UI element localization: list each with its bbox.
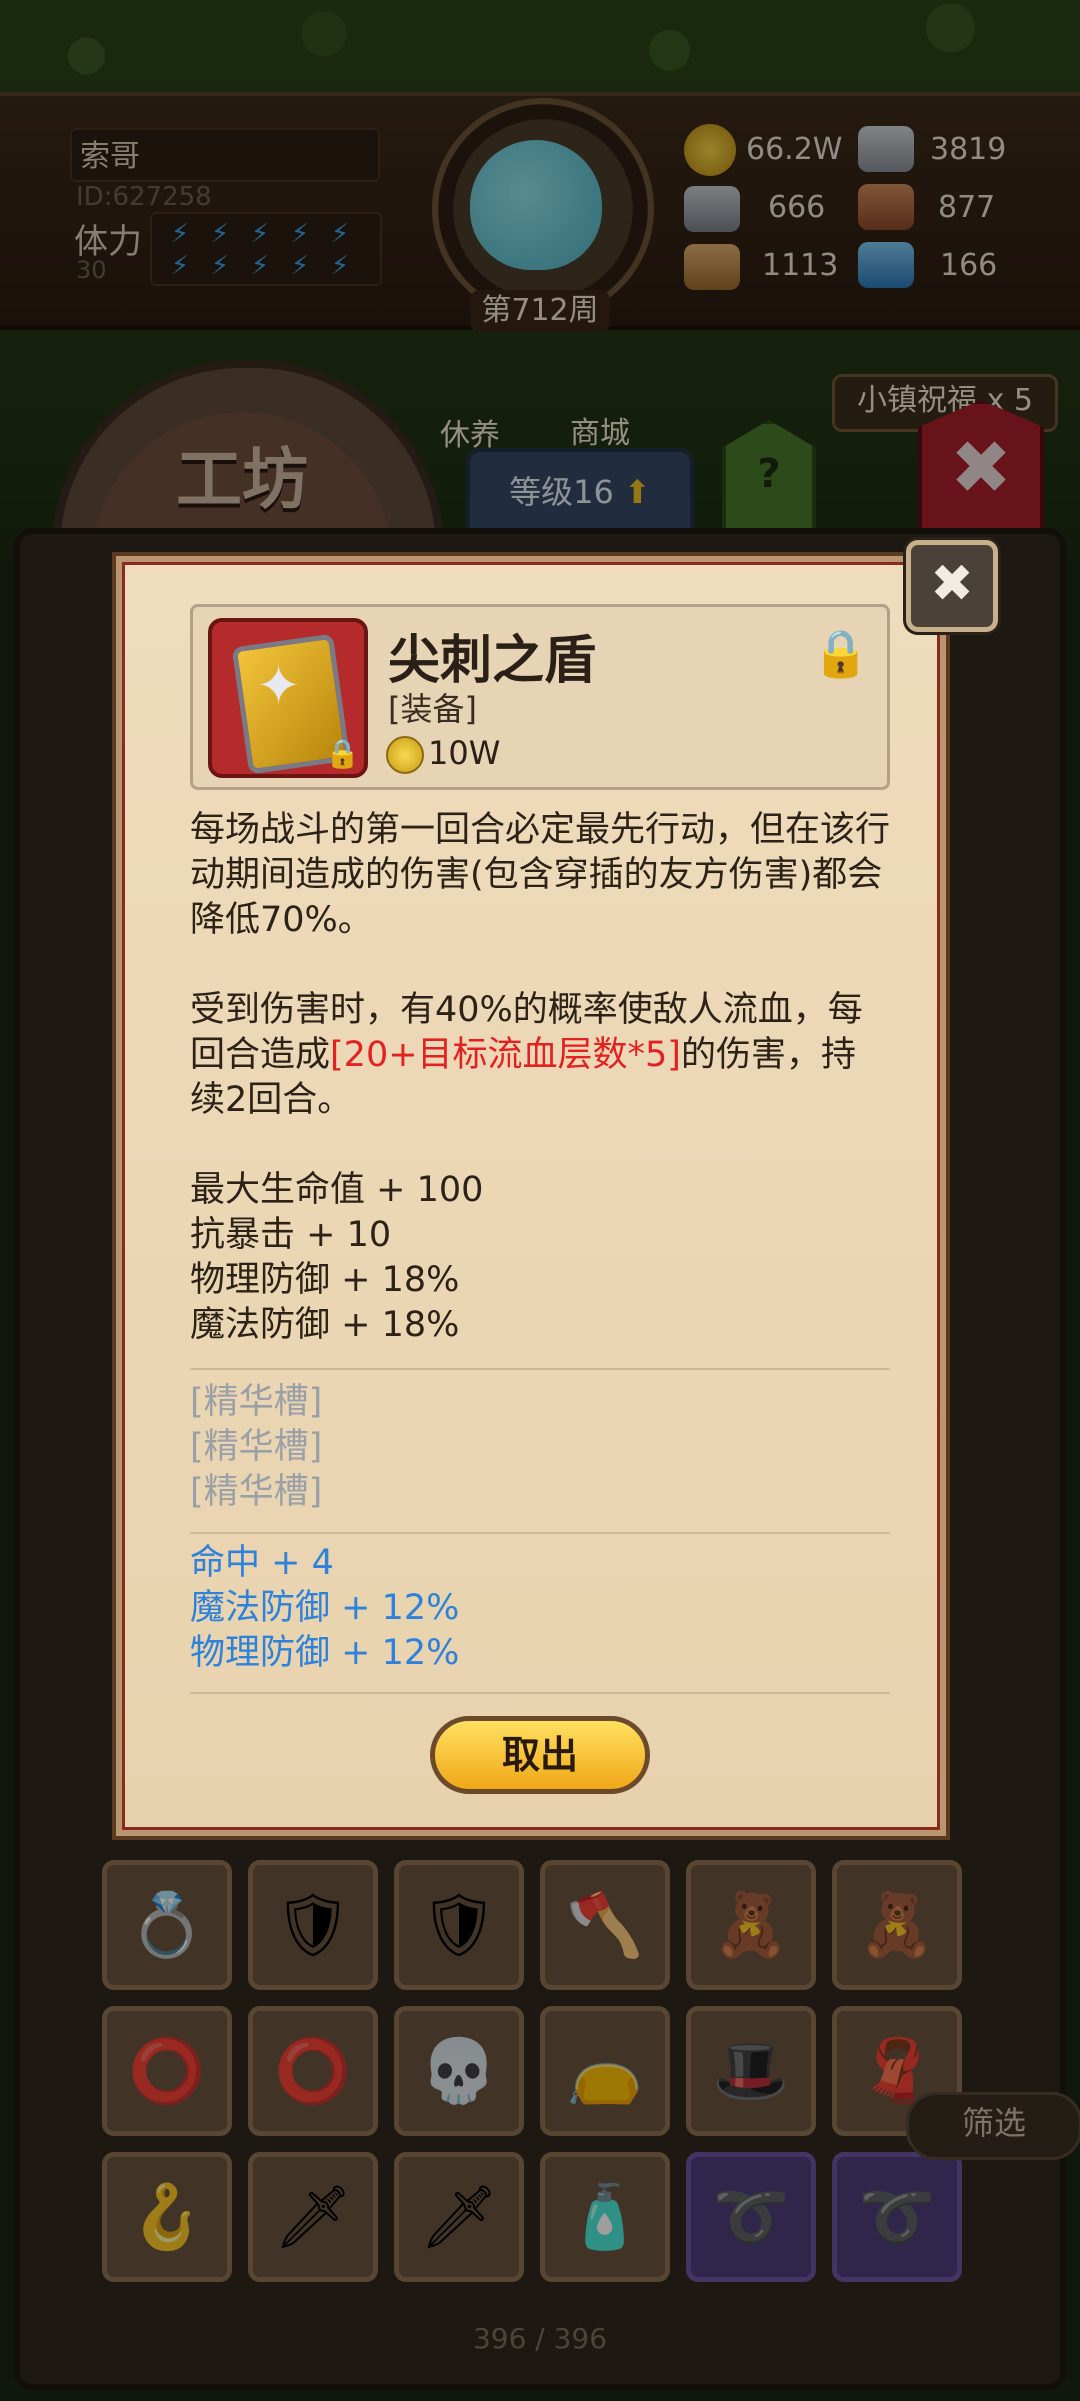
take-out-button[interactable]: 取出 [430,1716,650,1794]
stat-line: 最大生命值 + 100 [190,1170,484,1210]
bonus-stats: 命中 + 4 魔法防御 + 12% 物理防御 + 12% [190,1541,459,1676]
divider [190,1532,890,1534]
stat-line: 魔法防御 + 18% [190,1305,460,1345]
lock-icon: 🔒 [325,737,360,770]
item-name: 尖刺之盾 [388,631,597,691]
item-type: [装备] [388,690,477,728]
base-stats: 最大生命值 + 100 抗暴击 + 10 物理防御 + 18% 魔法防御 + 1… [190,1168,790,1348]
close-dialog-button[interactable]: ✖ [906,540,998,632]
stat-line: 抗暴击 + 10 [190,1215,392,1255]
essence-slot[interactable]: [精华槽] [190,1425,322,1470]
bonus-line: 物理防御 + 12% [190,1633,460,1673]
divider [190,1692,890,1694]
essence-slot[interactable]: [精华槽] [190,1470,322,1515]
gold-coin-icon [386,736,424,774]
lock-toggle-icon[interactable]: 🔒 [812,626,869,681]
item-description-2: 受到伤害时，有40%的概率使敌人流血，每回合造成[20+目标流血层数*5]的伤害… [190,988,890,1123]
item-description-1: 每场战斗的第一回合必定最先行动，但在该行动期间造成的伤害(包含穿插的友方伤害)都… [190,810,891,940]
divider [190,1368,890,1370]
stat-line: 物理防御 + 18% [190,1260,460,1300]
essence-sockets: [精华槽] [精华槽] [精华槽] [190,1380,322,1515]
spike-glyph: ✦ [256,654,302,717]
spike-shield-icon: ✦ 🔒 [208,618,368,778]
bonus-line: 魔法防御 + 12% [190,1588,460,1628]
desc2-formula: [20+目标流血层数*5] [330,1035,681,1075]
bonus-line: 命中 + 4 [190,1543,334,1583]
essence-slot[interactable]: [精华槽] [190,1380,322,1425]
item-price: 10W [428,734,501,772]
